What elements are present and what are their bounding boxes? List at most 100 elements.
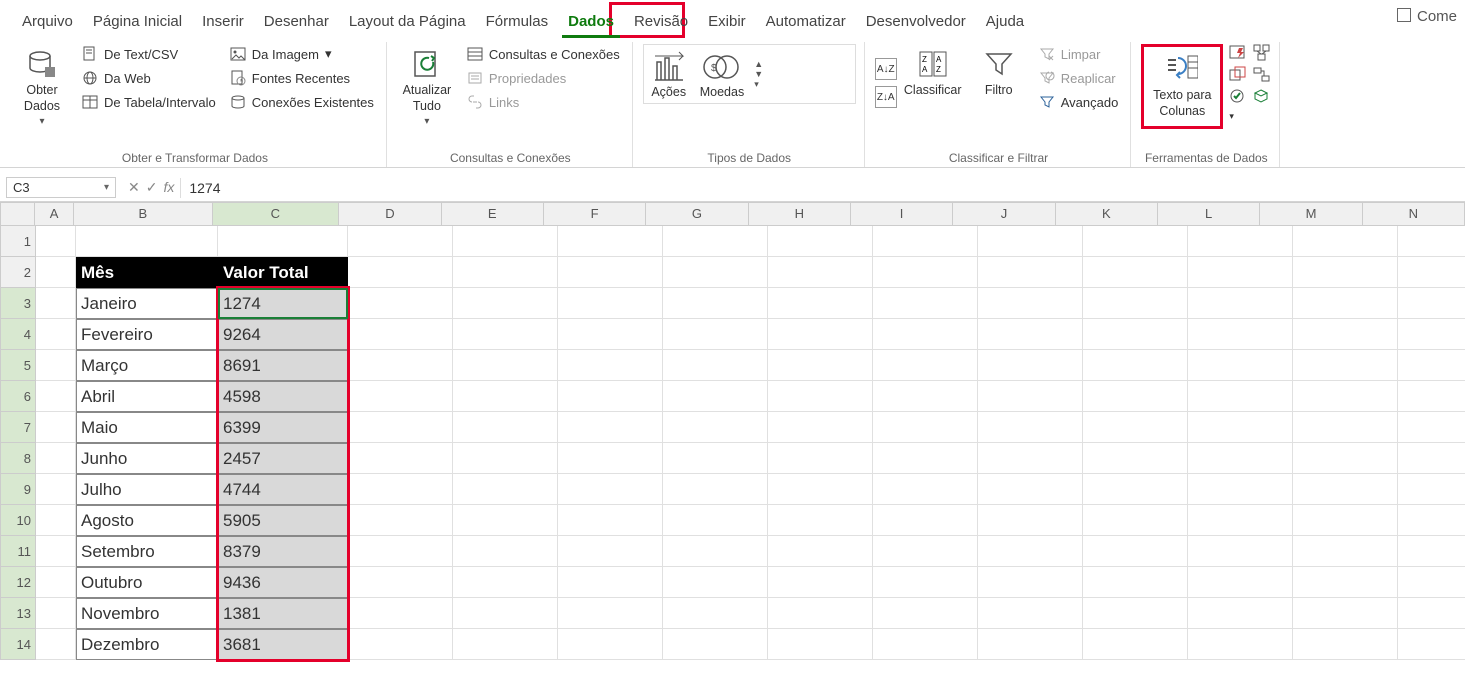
cell-C3[interactable]: 1274 bbox=[218, 288, 348, 319]
cell-J9[interactable] bbox=[978, 474, 1083, 505]
cell-F10[interactable] bbox=[558, 505, 663, 536]
cell-I11[interactable] bbox=[873, 536, 978, 567]
cell-J14[interactable] bbox=[978, 629, 1083, 660]
atualizar-tudo-button[interactable]: Atualizar Tudo▾ bbox=[397, 44, 457, 132]
cell-N10[interactable] bbox=[1398, 505, 1465, 536]
cell-I3[interactable] bbox=[873, 288, 978, 319]
cell-C6[interactable]: 4598 bbox=[218, 381, 348, 412]
cell-B7[interactable]: Maio bbox=[76, 412, 218, 443]
col-header-K[interactable]: K bbox=[1056, 202, 1158, 226]
cell-E8[interactable] bbox=[453, 443, 558, 474]
cell-M14[interactable] bbox=[1293, 629, 1398, 660]
fontes-recentes-button[interactable]: Fontes Recentes bbox=[226, 68, 378, 88]
name-box[interactable]: C3▾ bbox=[6, 177, 116, 198]
cell-M5[interactable] bbox=[1293, 350, 1398, 381]
row-header-8[interactable]: 8 bbox=[0, 443, 36, 474]
cell-A9[interactable] bbox=[36, 474, 76, 505]
cell-L12[interactable] bbox=[1188, 567, 1293, 598]
cell-A8[interactable] bbox=[36, 443, 76, 474]
cell-E12[interactable] bbox=[453, 567, 558, 598]
cell-N8[interactable] bbox=[1398, 443, 1465, 474]
col-header-J[interactable]: J bbox=[953, 202, 1055, 226]
cell-N3[interactable] bbox=[1398, 288, 1465, 319]
cell-G1[interactable] bbox=[663, 226, 768, 257]
tab-automatizar[interactable]: Automatizar bbox=[756, 9, 856, 38]
cell-L8[interactable] bbox=[1188, 443, 1293, 474]
tab-exibir[interactable]: Exibir bbox=[698, 9, 756, 38]
cell-G10[interactable] bbox=[663, 505, 768, 536]
enter-formula-icon[interactable]: ✓ bbox=[146, 179, 158, 196]
cell-J13[interactable] bbox=[978, 598, 1083, 629]
tab-arquivo[interactable]: Arquivo bbox=[12, 9, 83, 38]
cell-G14[interactable] bbox=[663, 629, 768, 660]
cell-L5[interactable] bbox=[1188, 350, 1293, 381]
row-header-11[interactable]: 11 bbox=[0, 536, 36, 567]
select-all-corner[interactable] bbox=[0, 202, 35, 226]
cell-J1[interactable] bbox=[978, 226, 1083, 257]
tab-desenhar[interactable]: Desenhar bbox=[254, 9, 339, 38]
cell-D10[interactable] bbox=[348, 505, 453, 536]
cell-C10[interactable]: 5905 bbox=[218, 505, 348, 536]
remove-duplicates-icon[interactable] bbox=[1229, 66, 1247, 84]
cell-G9[interactable] bbox=[663, 474, 768, 505]
gallery-nav[interactable]: ▲▼▾ bbox=[754, 59, 763, 90]
cell-J6[interactable] bbox=[978, 381, 1083, 412]
cell-E13[interactable] bbox=[453, 598, 558, 629]
cell-C8[interactable]: 2457 bbox=[218, 443, 348, 474]
cell-H5[interactable] bbox=[768, 350, 873, 381]
row-header-13[interactable]: 13 bbox=[0, 598, 36, 629]
relationships-icon[interactable] bbox=[1253, 66, 1271, 84]
filtro-button[interactable]: Filtro bbox=[969, 44, 1029, 102]
cell-G3[interactable] bbox=[663, 288, 768, 319]
cell-K6[interactable] bbox=[1083, 381, 1188, 412]
cell-F3[interactable] bbox=[558, 288, 663, 319]
cell-N5[interactable] bbox=[1398, 350, 1465, 381]
cell-N1[interactable] bbox=[1398, 226, 1465, 257]
cell-N2[interactable] bbox=[1398, 257, 1465, 288]
cell-E3[interactable] bbox=[453, 288, 558, 319]
col-header-I[interactable]: I bbox=[851, 202, 953, 226]
cell-I5[interactable] bbox=[873, 350, 978, 381]
cell-H2[interactable] bbox=[768, 257, 873, 288]
cell-B13[interactable]: Novembro bbox=[76, 598, 218, 629]
cell-F11[interactable] bbox=[558, 536, 663, 567]
col-header-N[interactable]: N bbox=[1363, 202, 1465, 226]
cell-N12[interactable] bbox=[1398, 567, 1465, 598]
cell-H1[interactable] bbox=[768, 226, 873, 257]
propriedades-button[interactable]: Propriedades bbox=[463, 68, 624, 88]
cell-K8[interactable] bbox=[1083, 443, 1188, 474]
tab-layout-da-p-gina[interactable]: Layout da Página bbox=[339, 9, 476, 38]
cell-B3[interactable]: Janeiro bbox=[76, 288, 218, 319]
cell-C5[interactable]: 8691 bbox=[218, 350, 348, 381]
cell-F4[interactable] bbox=[558, 319, 663, 350]
data-types-gallery[interactable]: Ações $ Moedas ▲▼▾ bbox=[643, 44, 856, 104]
cell-N11[interactable] bbox=[1398, 536, 1465, 567]
cell-A14[interactable] bbox=[36, 629, 76, 660]
data-model-icon[interactable] bbox=[1253, 88, 1271, 106]
cell-C11[interactable]: 8379 bbox=[218, 536, 348, 567]
cell-H14[interactable] bbox=[768, 629, 873, 660]
cell-F8[interactable] bbox=[558, 443, 663, 474]
cell-G6[interactable] bbox=[663, 381, 768, 412]
avancado-button[interactable]: Avançado bbox=[1035, 92, 1123, 112]
cell-C4[interactable]: 9264 bbox=[218, 319, 348, 350]
col-header-A[interactable]: A bbox=[35, 202, 74, 226]
cell-I12[interactable] bbox=[873, 567, 978, 598]
cell-I2[interactable] bbox=[873, 257, 978, 288]
cell-A7[interactable] bbox=[36, 412, 76, 443]
cell-L4[interactable] bbox=[1188, 319, 1293, 350]
cell-G12[interactable] bbox=[663, 567, 768, 598]
col-header-F[interactable]: F bbox=[544, 202, 646, 226]
cell-J4[interactable] bbox=[978, 319, 1083, 350]
reaplicar-button[interactable]: Reaplicar bbox=[1035, 68, 1123, 88]
row-header-9[interactable]: 9 bbox=[0, 474, 36, 505]
tab-ajuda[interactable]: Ajuda bbox=[976, 9, 1034, 38]
cell-I9[interactable] bbox=[873, 474, 978, 505]
cell-J12[interactable] bbox=[978, 567, 1083, 598]
cancel-formula-icon[interactable]: ✕ bbox=[128, 179, 140, 196]
cell-N4[interactable] bbox=[1398, 319, 1465, 350]
cell-K7[interactable] bbox=[1083, 412, 1188, 443]
cell-J8[interactable] bbox=[978, 443, 1083, 474]
cell-I8[interactable] bbox=[873, 443, 978, 474]
cell-B2[interactable]: Mês bbox=[76, 257, 218, 288]
